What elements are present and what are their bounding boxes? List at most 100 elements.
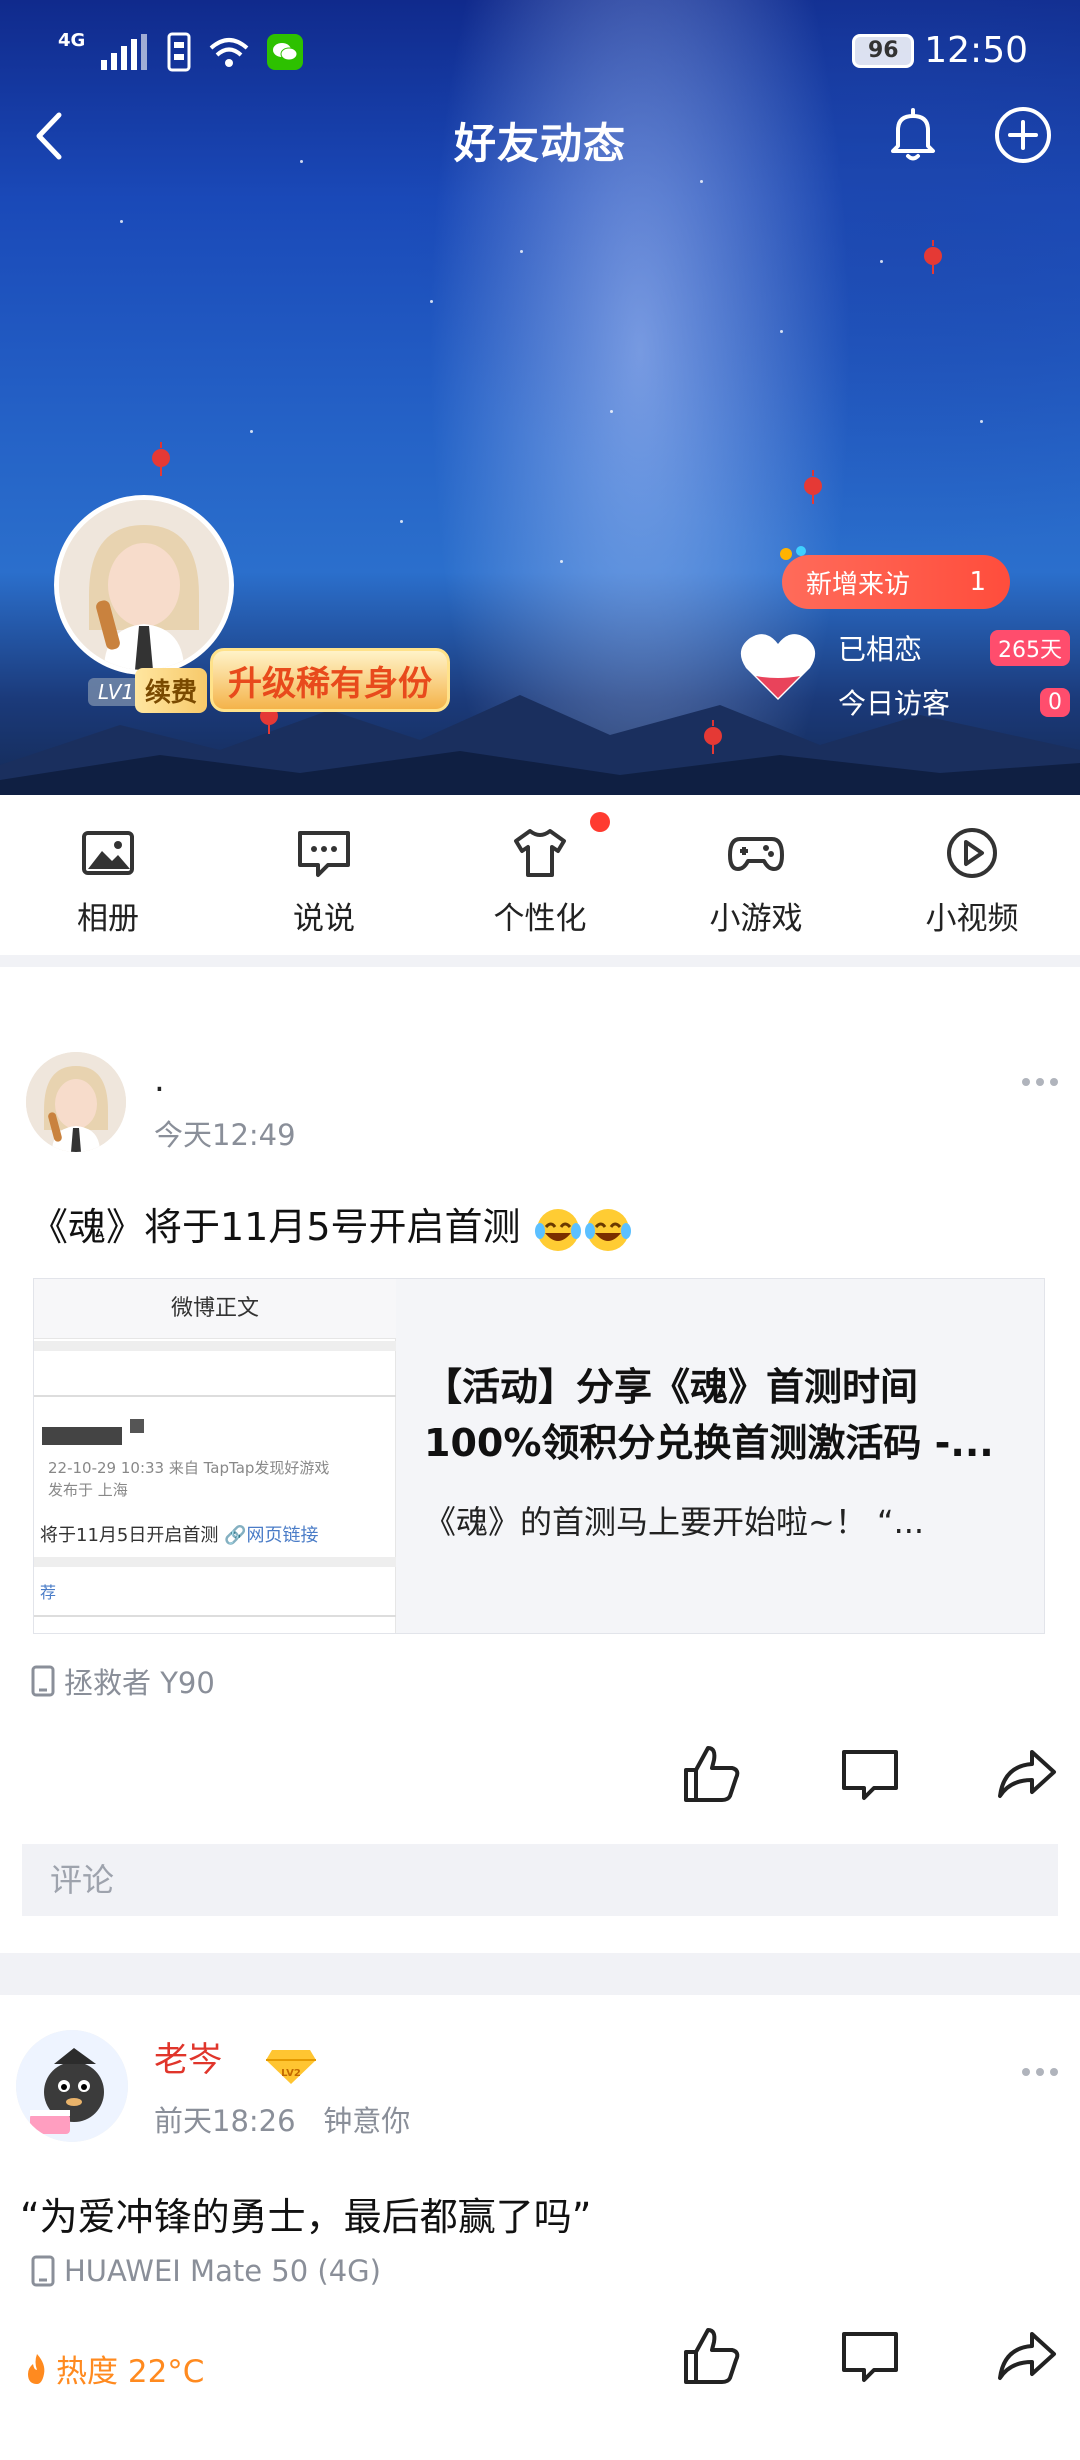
quick-nav-moments[interactable]: 说说 xyxy=(216,795,432,955)
star-decor xyxy=(980,420,983,423)
flame-icon xyxy=(28,2353,45,2384)
thumb-footer: 荐 xyxy=(40,1583,57,1602)
share-button[interactable] xyxy=(994,2324,1058,2388)
thumb-redacted-block xyxy=(42,1427,122,1445)
today-visitors-label: 今日访客 xyxy=(838,687,951,720)
more-dot-icon xyxy=(1050,2068,1058,2076)
phone-icon xyxy=(31,1665,55,1697)
thumb-meta: 22-10-29 10:33 来自 TapTap发现好游戏 xyxy=(48,1459,330,1477)
new-visits-count: 1 xyxy=(969,567,986,597)
notifications-button[interactable] xyxy=(880,102,946,168)
thumb-header: 微博正文 xyxy=(34,1279,396,1339)
heat-value: 热度 22°C xyxy=(56,2354,205,2390)
star-decor xyxy=(120,220,123,223)
sim-icon xyxy=(167,32,191,72)
upgrade-identity-button[interactable]: 升级稀有身份 xyxy=(210,648,450,712)
thumb-divider xyxy=(34,1341,396,1351)
message-icon xyxy=(298,831,350,877)
more-dot-icon xyxy=(1022,2068,1030,2076)
lantern-decor xyxy=(704,720,722,754)
shared-link-card[interactable]: 微博正文 22-10-29 10:33 来自 TapTap发现好游戏 发布于 上… xyxy=(33,1278,1045,1634)
together-stat[interactable]: 已相恋 265天 xyxy=(838,628,1070,668)
plus-circle-icon xyxy=(995,107,1051,163)
phone-icon xyxy=(31,2255,55,2287)
shirt-icon xyxy=(514,829,566,877)
device-tag: 拯救者 Y90 xyxy=(30,1660,215,1702)
device-name: HUAWEI Mate 50 (4G) xyxy=(64,2254,381,2288)
post-time: 今天12:49 xyxy=(154,1118,296,1152)
lantern-decor xyxy=(804,470,822,504)
heat-indicator: 热度 22°C xyxy=(24,2346,204,2391)
post-subtitle: 钟意你 xyxy=(323,2104,411,2138)
status-left: 4G xyxy=(58,29,304,72)
thumb-divider xyxy=(34,1395,396,1397)
star-decor xyxy=(560,560,563,563)
album-icon xyxy=(82,831,134,875)
today-visitors-stat[interactable]: 今日访客 0 xyxy=(838,682,1070,722)
vip-gem-icon: LV2 xyxy=(266,2050,316,2084)
post-more-button[interactable] xyxy=(1022,1072,1062,1092)
laugh-cry-emoji-icon xyxy=(584,1208,631,1251)
quick-nav-label: 说说 xyxy=(293,901,355,937)
post-author-name[interactable]: . xyxy=(154,1060,165,1100)
play-icon xyxy=(947,828,997,878)
post-time-value: 前天18:26 xyxy=(154,2104,296,2138)
star-decor xyxy=(880,260,883,263)
more-dot-icon xyxy=(1050,1078,1058,1086)
comment-button[interactable] xyxy=(838,1742,902,1806)
more-dot-icon xyxy=(1036,1078,1044,1086)
quick-nav-games[interactable]: 小游戏 xyxy=(648,795,864,955)
today-visitors-badge: 0 xyxy=(1040,687,1070,717)
comment-button[interactable] xyxy=(838,2324,902,2388)
post-author-avatar[interactable] xyxy=(16,2030,128,2142)
comment-input[interactable] xyxy=(22,1844,1058,1916)
quick-nav-personalize[interactable]: 个性化 xyxy=(432,795,648,955)
more-dot-icon xyxy=(1022,1078,1030,1086)
status-bar: 4G 96 12:50 xyxy=(0,0,1080,110)
quick-nav-label: 个性化 xyxy=(493,901,587,937)
star-decor xyxy=(250,430,253,433)
link-title: 【活动】分享《魂》首测时间100%领积分兑换首测激活码 -... xyxy=(424,1365,994,1465)
thumb-text: 将于11月5日开启首测 🔗网页链接 xyxy=(40,1521,319,1547)
avatar-image xyxy=(26,1052,126,1152)
quick-nav-album[interactable]: 相册 xyxy=(0,795,216,955)
thumb-divider xyxy=(34,1557,396,1567)
thumb-divider xyxy=(34,1615,396,1617)
share-button[interactable] xyxy=(994,1742,1058,1806)
post-time: 前天18:26 钟意你 xyxy=(154,2098,410,2140)
device-name: 拯救者 Y90 xyxy=(64,1666,215,1700)
pill-decor xyxy=(780,548,792,560)
profile-avatar[interactable] xyxy=(54,495,234,675)
post-text-content: 《魂》将于11月5号开启首测 xyxy=(30,1205,521,1249)
clock: 12:50 xyxy=(924,30,1028,71)
like-button[interactable] xyxy=(680,2324,744,2388)
status-right: 96 12:50 xyxy=(852,30,1028,71)
personalize-notification-dot xyxy=(590,812,610,832)
star-decor xyxy=(400,520,403,523)
thumb-meta: 发布于 上海 xyxy=(48,1481,128,1499)
thumb-redacted-block xyxy=(130,1419,144,1433)
post-author-avatar[interactable] xyxy=(26,1052,126,1152)
like-button[interactable] xyxy=(680,1742,744,1806)
heart-icon xyxy=(740,634,816,700)
quick-nav-videos[interactable]: 小视频 xyxy=(864,795,1080,955)
section-divider xyxy=(0,955,1080,967)
renew-button[interactable]: 续费 xyxy=(135,668,208,713)
star-decor xyxy=(520,250,523,253)
section-divider xyxy=(0,1953,1080,1995)
vip-level-text: LV2 xyxy=(281,2068,301,2079)
add-post-button[interactable] xyxy=(990,102,1056,168)
quick-nav-label: 相册 xyxy=(77,901,139,937)
upgrade-label: 升级稀有身份 xyxy=(228,663,432,704)
signal-icon xyxy=(101,34,148,70)
post-author-name[interactable]: 老岑 xyxy=(154,2032,222,2081)
link-thumbnail: 微博正文 22-10-29 10:33 来自 TapTap发现好游戏 发布于 上… xyxy=(34,1279,396,1633)
network-label: 4G xyxy=(58,29,86,51)
bell-icon xyxy=(891,108,935,161)
new-visits-pill[interactable]: 新增来访 1 xyxy=(782,555,1010,609)
avatar-image xyxy=(59,500,229,670)
together-label: 已相恋 xyxy=(838,633,923,666)
avatar-image xyxy=(16,2030,128,2142)
post-more-button[interactable] xyxy=(1022,2062,1062,2082)
lantern-decor xyxy=(152,442,170,476)
